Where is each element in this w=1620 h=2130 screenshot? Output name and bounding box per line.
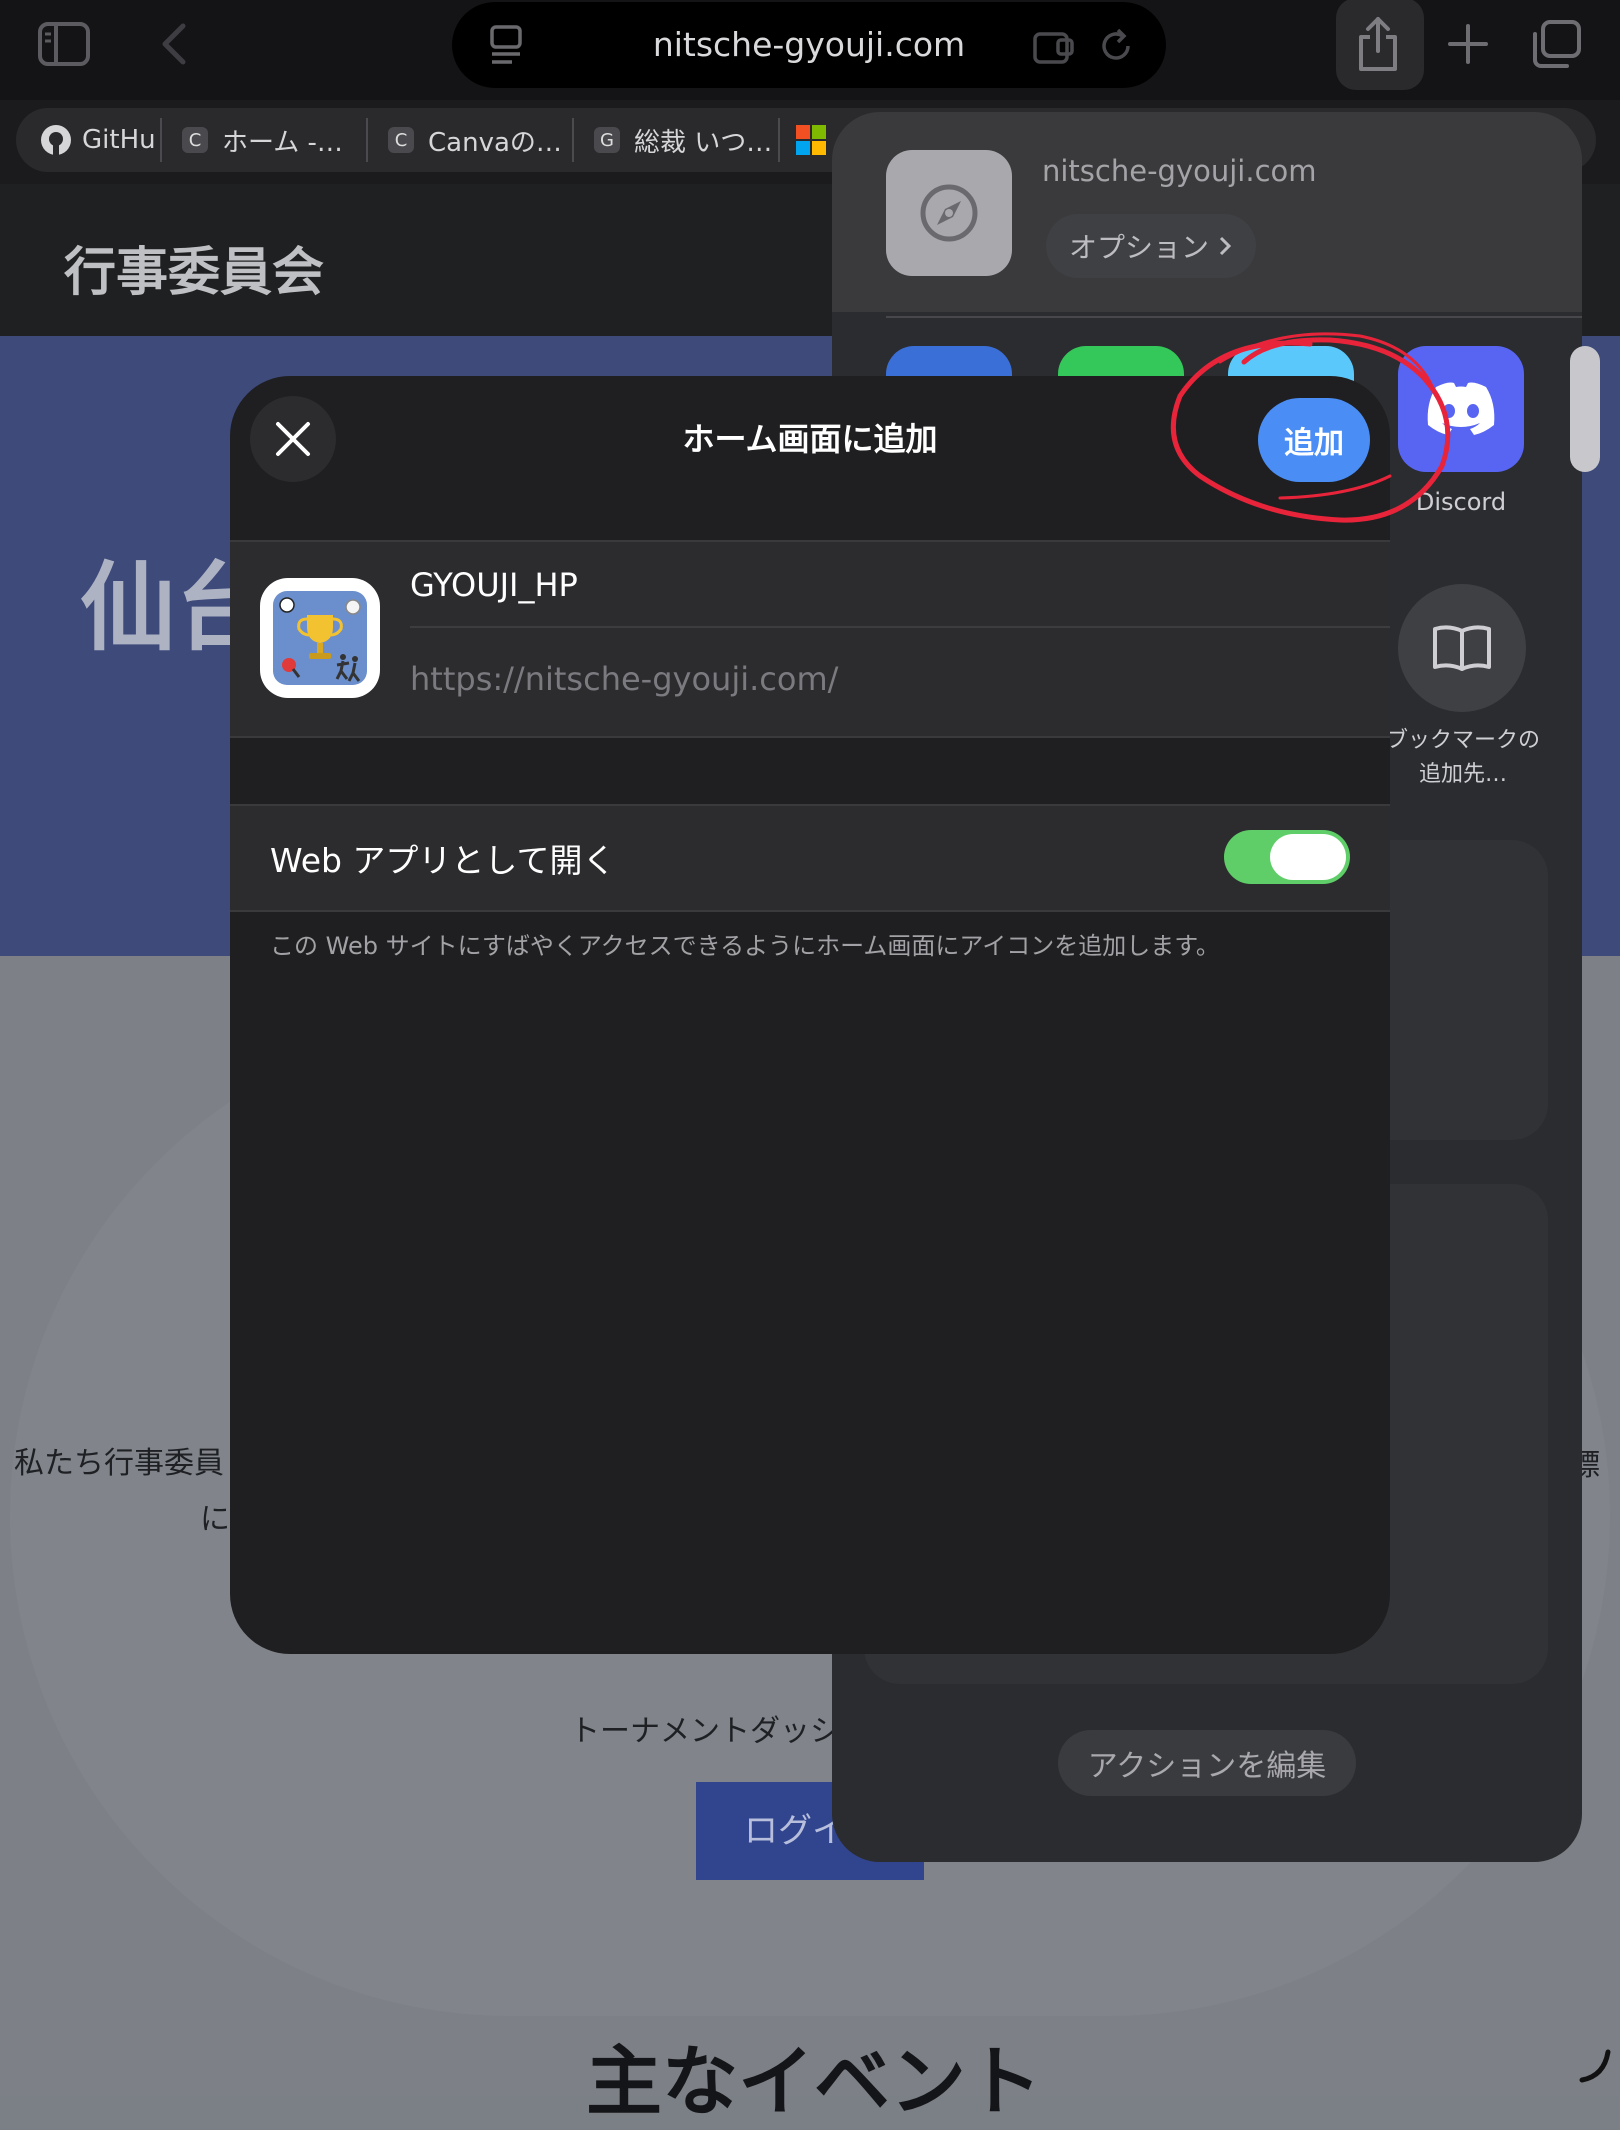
- toggle-knob: [1270, 834, 1346, 880]
- tab-separator: [160, 118, 162, 162]
- add-bookmark-button[interactable]: [1398, 584, 1526, 712]
- back-button[interactable]: [142, 12, 206, 76]
- tournament-link-text: トーナメントダッシ: [570, 1714, 840, 1749]
- tab-label: Canvaの…: [428, 127, 562, 158]
- site-title: 行事委員会: [64, 243, 325, 303]
- trophy-icon: [273, 591, 367, 685]
- modal-footnote: この Web サイトにすばやくアクセスできるようにホーム画面にアイコンを追加しま…: [270, 932, 1220, 960]
- chevron-right-icon: [1219, 236, 1232, 256]
- webapp-label: Web アプリとして開く: [270, 841, 616, 880]
- tab-github[interactable]: GitHu: [40, 114, 158, 166]
- share-url: nitsche-gyouji.com: [1042, 154, 1317, 188]
- share-app-5[interactable]: [1570, 346, 1600, 472]
- site-preview-icon: [886, 150, 1012, 276]
- options-label: オプション: [1068, 231, 1209, 264]
- add-bookmark-label-line2: 追加先…: [1418, 762, 1507, 787]
- sidebar-toggle-button[interactable]: [32, 12, 96, 76]
- github-icon: [41, 125, 71, 155]
- share-button[interactable]: [1336, 0, 1424, 90]
- intro-text: 私たち行事委員: [14, 1446, 224, 1481]
- tab-separator: [366, 118, 368, 162]
- resize-handle-icon[interactable]: [1578, 2046, 1612, 2084]
- compass-icon: [920, 184, 978, 242]
- intro-text-2: に: [200, 1502, 230, 1537]
- share-icon: [1359, 17, 1397, 71]
- add-bookmark-label-line1: ブックマークの: [1385, 728, 1540, 753]
- tab-canva[interactable]: C Canvaの…: [388, 114, 564, 166]
- tab-overview-button[interactable]: [1524, 12, 1588, 76]
- red-circle-annotation: [1170, 332, 1451, 523]
- tab-favicon: C: [388, 127, 414, 153]
- app-name-input[interactable]: [410, 562, 1370, 608]
- plus-icon: [1448, 24, 1488, 64]
- options-button[interactable]: オプション: [1046, 214, 1256, 278]
- tab-favicon: G: [594, 127, 620, 153]
- app-icon-preview: [260, 578, 380, 698]
- reload-icon: [1102, 28, 1130, 60]
- new-tab-button[interactable]: [1436, 12, 1500, 76]
- extension-icon: [1033, 32, 1074, 64]
- add-bookmark-label: ブックマークの 追加先…: [1370, 724, 1556, 792]
- tab-microsoft[interactable]: [796, 114, 836, 166]
- tab-sousai[interactable]: G 総裁 いつ…: [594, 114, 770, 166]
- tab-label: GitHu: [82, 125, 156, 155]
- tabs-icon: [1533, 20, 1581, 68]
- tab-label: 総裁 いつ…: [634, 127, 770, 158]
- field-separator: [410, 626, 1390, 628]
- tab-separator: [778, 118, 780, 162]
- chevron-left-icon: [162, 23, 186, 65]
- address-bar[interactable]: nitsche-gyouji.com: [452, 2, 1166, 88]
- tab-separator: [572, 118, 574, 162]
- app-url: https://nitsche-gyouji.com/: [410, 660, 839, 698]
- sidebar-icon: [38, 22, 90, 66]
- tab-home[interactable]: C ホーム -…: [182, 114, 358, 166]
- tab-label: ホーム -…: [222, 127, 343, 158]
- share-divider: [886, 316, 1582, 318]
- tab-favicon: C: [182, 127, 208, 153]
- edit-actions-button[interactable]: アクションを編集: [1058, 1730, 1356, 1796]
- microsoft-icon: [796, 125, 826, 155]
- book-icon: [1433, 625, 1491, 671]
- events-heading: 主なイベント: [586, 2037, 1042, 2126]
